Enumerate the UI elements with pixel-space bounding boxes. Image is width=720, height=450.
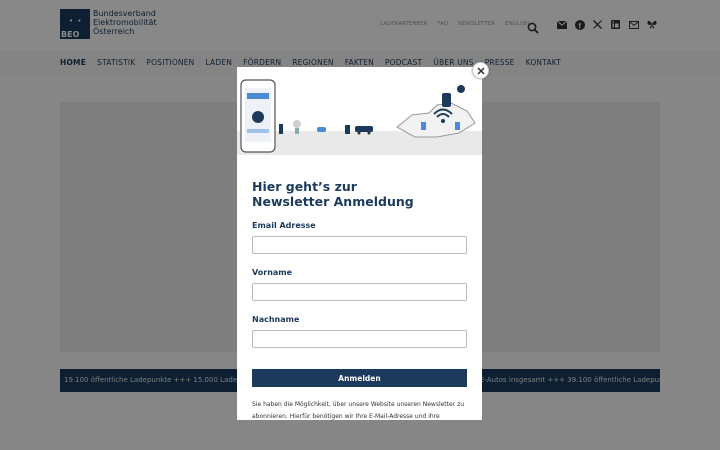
email-label: Email Adresse	[252, 221, 316, 230]
modal-title-line-2: Newsletter Anmeldung	[252, 194, 414, 209]
firstname-label: Vorname	[252, 268, 293, 277]
modal-title-line-1: Hier geht’s zur	[252, 179, 357, 194]
ev-illustration	[237, 67, 482, 155]
privacy-notice: Sie haben die Möglichkeit, über unsere W…	[252, 401, 465, 420]
firstname-field[interactable]	[252, 283, 467, 301]
lastname-label: Nachname	[252, 315, 300, 324]
email-field[interactable]	[252, 236, 467, 254]
subscribe-button[interactable]: Anmelden	[252, 369, 467, 387]
lastname-field[interactable]	[252, 330, 467, 348]
close-icon[interactable]	[472, 62, 489, 79]
modal-title: Hier geht’s zur Newsletter Anmeldung	[252, 179, 467, 209]
newsletter-modal: Hier geht’s zur Newsletter Anmeldung Ema…	[237, 67, 482, 420]
newsletter-form: Hier geht’s zur Newsletter Anmeldung Ema…	[252, 179, 467, 420]
